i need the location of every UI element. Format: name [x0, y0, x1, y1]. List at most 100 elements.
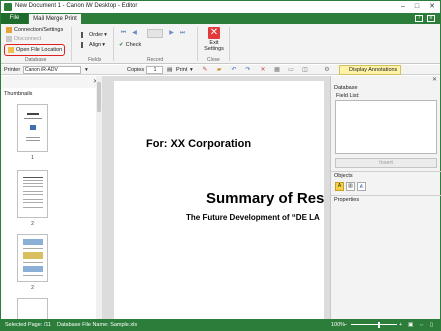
- exit-settings-button[interactable]: ✕ Exit Settings: [204, 27, 224, 52]
- page-thumbnail[interactable]: [17, 170, 48, 218]
- disconnect-icon: [6, 36, 12, 42]
- chevron-down-icon: ▾: [102, 42, 105, 48]
- insert-button[interactable]: Insert: [335, 158, 437, 168]
- stamp-icon[interactable]: ▰: [215, 66, 223, 74]
- check-label: Check: [125, 42, 142, 48]
- close-icon[interactable]: ✕: [432, 76, 437, 83]
- group-label-record: Record: [147, 57, 164, 63]
- print-toolbar: Printer Canon iR-ADV ▾ Copies 1 ▤ Print …: [1, 65, 440, 75]
- thumbnail-page-number: 2: [31, 221, 34, 227]
- redo-icon[interactable]: ↷: [244, 66, 252, 74]
- copies-input[interactable]: 1: [146, 66, 163, 74]
- previous-record-button[interactable]: ◀: [130, 29, 139, 37]
- printer-label: Printer: [4, 67, 21, 73]
- ribbon-separator: [229, 27, 230, 61]
- thumbnail-page-number: 1: [31, 155, 34, 161]
- close-window-button[interactable]: ✕: [425, 2, 439, 12]
- ribbon: Connection/Settings Disconnect Open File…: [1, 24, 440, 64]
- frame-icon[interactable]: ▭: [287, 66, 295, 74]
- fit-icon[interactable]: ◫: [301, 66, 309, 74]
- zoom-percentage[interactable]: 100%: [331, 322, 345, 328]
- connection-settings-button[interactable]: Connection/Settings: [6, 27, 63, 33]
- group-label-close: Close: [207, 57, 220, 63]
- scroll-thumb[interactable]: [97, 82, 101, 112]
- document-area: For: XX Corporation Summary of Res The F…: [96, 76, 330, 319]
- thumbnails-title: Thumbnails: [4, 91, 33, 97]
- field-list-box[interactable]: [335, 100, 437, 154]
- thumbnail-scrollbar[interactable]: [96, 76, 102, 319]
- ribbon-tab-bar: File Mail Merge Print ? ≡: [1, 13, 440, 24]
- group-label-database: Database: [25, 57, 47, 63]
- settings-dropdown-icon[interactable]: ⚙: [323, 66, 331, 74]
- page-thumbnail[interactable]: [17, 234, 48, 282]
- chevron-down-icon[interactable]: ▾: [85, 66, 88, 74]
- zoom-in-icon[interactable]: +: [399, 322, 402, 328]
- annotation-tool-icon[interactable]: ✎: [201, 66, 209, 74]
- image-object-icon[interactable]: ◭: [357, 182, 366, 191]
- align-icon: [81, 42, 87, 48]
- disconnect-label: Disconnect: [14, 36, 42, 42]
- properties-label: Properties: [334, 197, 360, 203]
- last-record-button[interactable]: ⏭: [178, 29, 187, 37]
- undo-icon[interactable]: ↶: [230, 66, 238, 74]
- thumbnails-panel-header: ✕: [1, 76, 105, 88]
- display-annotations-label: Display Annotations: [349, 67, 398, 73]
- help-icon[interactable]: ?: [415, 15, 423, 22]
- document-page[interactable]: For: XX Corporation Summary of Res The F…: [114, 81, 324, 319]
- database-file-status: Database File Name: Sample.xls: [57, 322, 138, 328]
- page-thumbnail[interactable]: [17, 104, 48, 152]
- zoom-out-icon[interactable]: −: [344, 322, 347, 328]
- record-number-field[interactable]: [147, 29, 163, 38]
- disconnect-button[interactable]: Disconnect: [6, 36, 41, 42]
- database-panel: ✕ Database Field List: Insert Objects A …: [330, 76, 441, 319]
- single-page-icon[interactable]: ▯: [430, 322, 433, 328]
- printer-icon[interactable]: ▤: [167, 66, 172, 74]
- ribbon-separator: [197, 27, 198, 61]
- page-thumbnail[interactable]: [17, 298, 48, 319]
- objects-label: Objects: [334, 173, 353, 179]
- thumbnail-page-number: 2: [31, 285, 34, 291]
- app-icon: [4, 3, 12, 11]
- thumbnails-panel: ✕ Thumbnails 1 2: [1, 76, 105, 319]
- fit-page-icon[interactable]: ▣: [408, 322, 413, 328]
- ribbon-separator: [113, 27, 114, 61]
- display-annotations-toggle[interactable]: Display Annotations: [339, 65, 401, 75]
- text-object-icon[interactable]: A: [335, 182, 344, 191]
- panel-divider: [331, 195, 441, 196]
- order-button[interactable]: Order ▾: [81, 32, 107, 38]
- group-label-fields: Fields: [88, 57, 102, 63]
- document-for-line: For: XX Corporation: [146, 138, 252, 150]
- next-record-button[interactable]: ▶: [167, 29, 176, 37]
- open-file-location-highlight: [4, 44, 65, 56]
- order-icon: [81, 32, 87, 38]
- printer-select[interactable]: Canon iR-ADV: [23, 66, 81, 74]
- maximize-button[interactable]: □: [410, 2, 424, 12]
- field-object-icon[interactable]: ▥: [346, 182, 355, 191]
- chevron-down-icon[interactable]: ▾: [190, 66, 193, 74]
- order-label: Order: [89, 32, 104, 38]
- zoom-slider[interactable]: [351, 324, 397, 325]
- field-list-label: Field List:: [336, 93, 360, 99]
- ribbon-separator: [71, 27, 72, 61]
- minimize-button[interactable]: –: [396, 2, 410, 12]
- align-button[interactable]: Align ▾: [81, 42, 105, 48]
- first-record-button[interactable]: ⏮: [119, 29, 128, 37]
- selected-page-status: Selected Page: /11: [5, 322, 52, 328]
- settings-label: Settings: [204, 46, 224, 52]
- grid-icon[interactable]: ▦: [273, 66, 281, 74]
- document-summary-title: Summary of Res: [206, 190, 324, 207]
- copies-label: Copies: [127, 67, 145, 73]
- check-icon: ✔: [119, 42, 124, 48]
- delete-icon[interactable]: ✕: [259, 66, 267, 74]
- window-title: New Document 1 - Canon iW Desktop - Edit…: [15, 3, 138, 9]
- options-icon[interactable]: ≡: [427, 15, 435, 22]
- tab-file[interactable]: File: [1, 13, 28, 24]
- zoom-slider-thumb[interactable]: [378, 322, 380, 328]
- document-subtitle: The Future Development of “DE LA: [186, 213, 320, 222]
- print-button[interactable]: Print: [176, 66, 187, 74]
- panel-divider: [331, 171, 441, 172]
- tab-mail-merge-print[interactable]: Mail Merge Print: [29, 14, 81, 24]
- chevron-down-icon: ▾: [104, 32, 107, 38]
- check-button[interactable]: ✔ Check: [119, 42, 141, 48]
- fit-width-icon[interactable]: ⇔: [419, 322, 425, 328]
